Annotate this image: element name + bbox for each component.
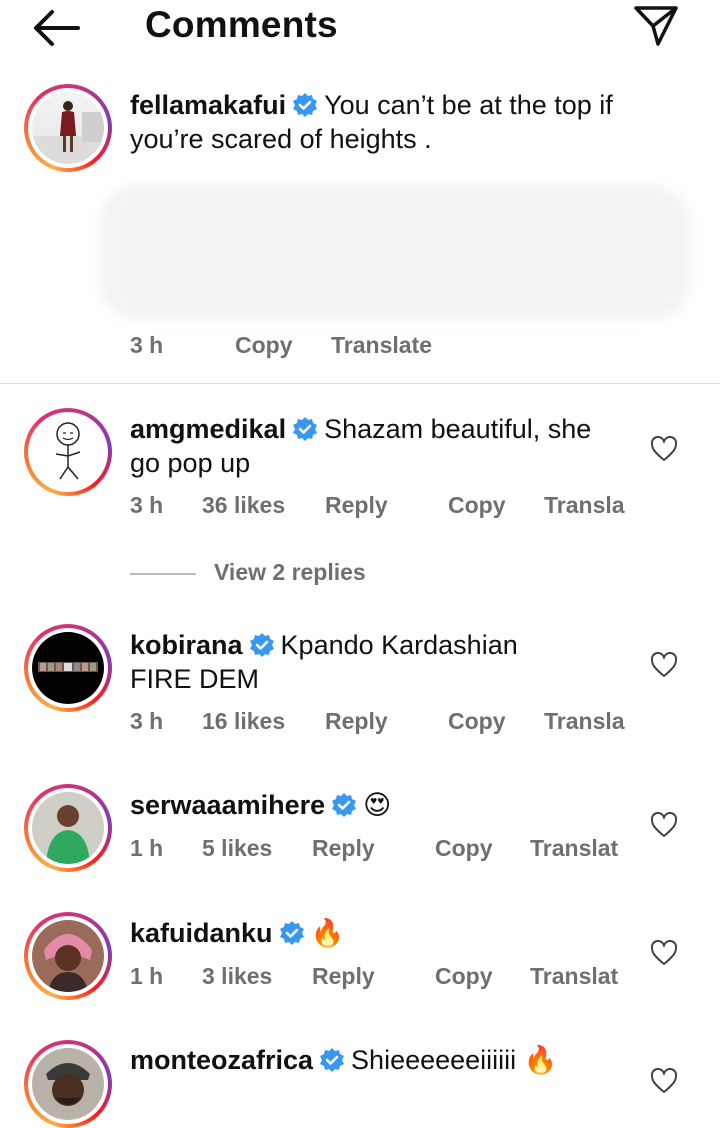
reply-button[interactable]: Reply — [312, 963, 375, 990]
caption-text-1: You can’t be at the top if — [324, 90, 613, 120]
comment-username[interactable]: kobirana — [130, 630, 243, 660]
copy-button[interactable]: Copy — [435, 963, 493, 990]
translate-button[interactable]: Translat — [530, 835, 618, 862]
reply-button[interactable]: Reply — [325, 708, 388, 735]
avatar[interactable] — [24, 784, 112, 872]
translate-button[interactable]: Transla — [544, 708, 625, 735]
comment-likes[interactable]: 5 likes — [202, 835, 272, 862]
caption-time: 3 h — [130, 332, 164, 358]
verified-badge-icon — [320, 1048, 345, 1072]
verified-badge-icon — [293, 417, 318, 441]
verified-badge-icon — [249, 633, 274, 657]
heart-icon[interactable] — [650, 436, 678, 462]
heart-icon[interactable] — [650, 1068, 678, 1094]
comment-time: 3 h — [130, 708, 164, 734]
avatar[interactable] — [24, 912, 112, 1000]
comment-text: Shazam beautiful, she — [324, 414, 592, 444]
page-title: Comments — [145, 4, 338, 45]
caption-line-1: fellamakafui You can’t be at the top if — [130, 88, 613, 122]
heart-icon[interactable] — [650, 940, 678, 966]
comment-username[interactable]: serwaaamihere — [130, 790, 325, 820]
comment-likes[interactable]: 16 likes — [202, 708, 285, 735]
comment-text-2: FIRE DEM — [130, 664, 260, 694]
header-bar: Comments — [0, 0, 720, 56]
comment-text: 😍 — [363, 790, 392, 820]
caption-text-2: you’re scared of heights . — [130, 124, 432, 154]
verified-badge-icon — [279, 921, 304, 945]
comment-text-2: go pop up — [130, 448, 251, 478]
comment-time: 1 h — [130, 835, 164, 861]
comment-line-1: kobirana Kpando Kardashian — [130, 628, 518, 662]
caption-username[interactable]: fellamakafui — [130, 90, 286, 120]
avatar[interactable] — [24, 624, 112, 712]
comment-username[interactable]: amgmedikal — [130, 414, 286, 444]
comment-likes[interactable]: 36 likes — [202, 492, 285, 519]
comment-time: 1 h — [130, 963, 164, 989]
reply-button[interactable]: Reply — [312, 835, 375, 862]
reply-button[interactable]: Reply — [325, 492, 388, 519]
comment-time: 3 h — [130, 492, 164, 518]
arrow-left-icon[interactable] — [30, 8, 82, 48]
comment-line-1: kafuidanku 🔥 — [130, 916, 344, 950]
comment-line-1: monteozafrica Shieeeeeeiiiiii 🔥 — [130, 1043, 557, 1077]
verified-badge-icon — [332, 793, 357, 817]
comment-line-1: serwaaamihere 😍 — [130, 788, 391, 822]
heart-icon[interactable] — [650, 652, 678, 678]
verified-badge-icon — [293, 93, 318, 117]
avatar[interactable] — [24, 408, 112, 496]
blurred-region — [100, 185, 690, 320]
translate-button[interactable]: Translat — [530, 963, 618, 990]
view-replies-button[interactable]: View 2 replies — [214, 559, 366, 586]
comment-text: Kpando Kardashian — [280, 630, 518, 660]
comment-likes[interactable]: 3 likes — [202, 963, 272, 990]
comment-line-1: amgmedikal Shazam beautiful, she — [130, 412, 591, 446]
copy-button[interactable]: Copy — [448, 492, 506, 519]
caption-copy-button[interactable]: Copy — [235, 332, 293, 359]
comment-username[interactable]: kafuidanku — [130, 918, 273, 948]
copy-button[interactable]: Copy — [448, 708, 506, 735]
comment-text: 🔥 — [310, 918, 345, 948]
view-replies-line — [130, 573, 196, 575]
avatar[interactable] — [24, 1040, 112, 1128]
caption-translate-button[interactable]: Translate — [331, 332, 432, 359]
comment-username[interactable]: monteozafrica — [130, 1045, 313, 1075]
avatar[interactable] — [24, 84, 112, 172]
copy-button[interactable]: Copy — [435, 835, 493, 862]
translate-button[interactable]: Transla — [544, 492, 625, 519]
heart-icon[interactable] — [650, 812, 678, 838]
comment-text: Shieeeeeeiiiiii 🔥 — [351, 1045, 558, 1075]
divider — [0, 383, 720, 384]
paper-plane-icon[interactable] — [632, 4, 680, 48]
